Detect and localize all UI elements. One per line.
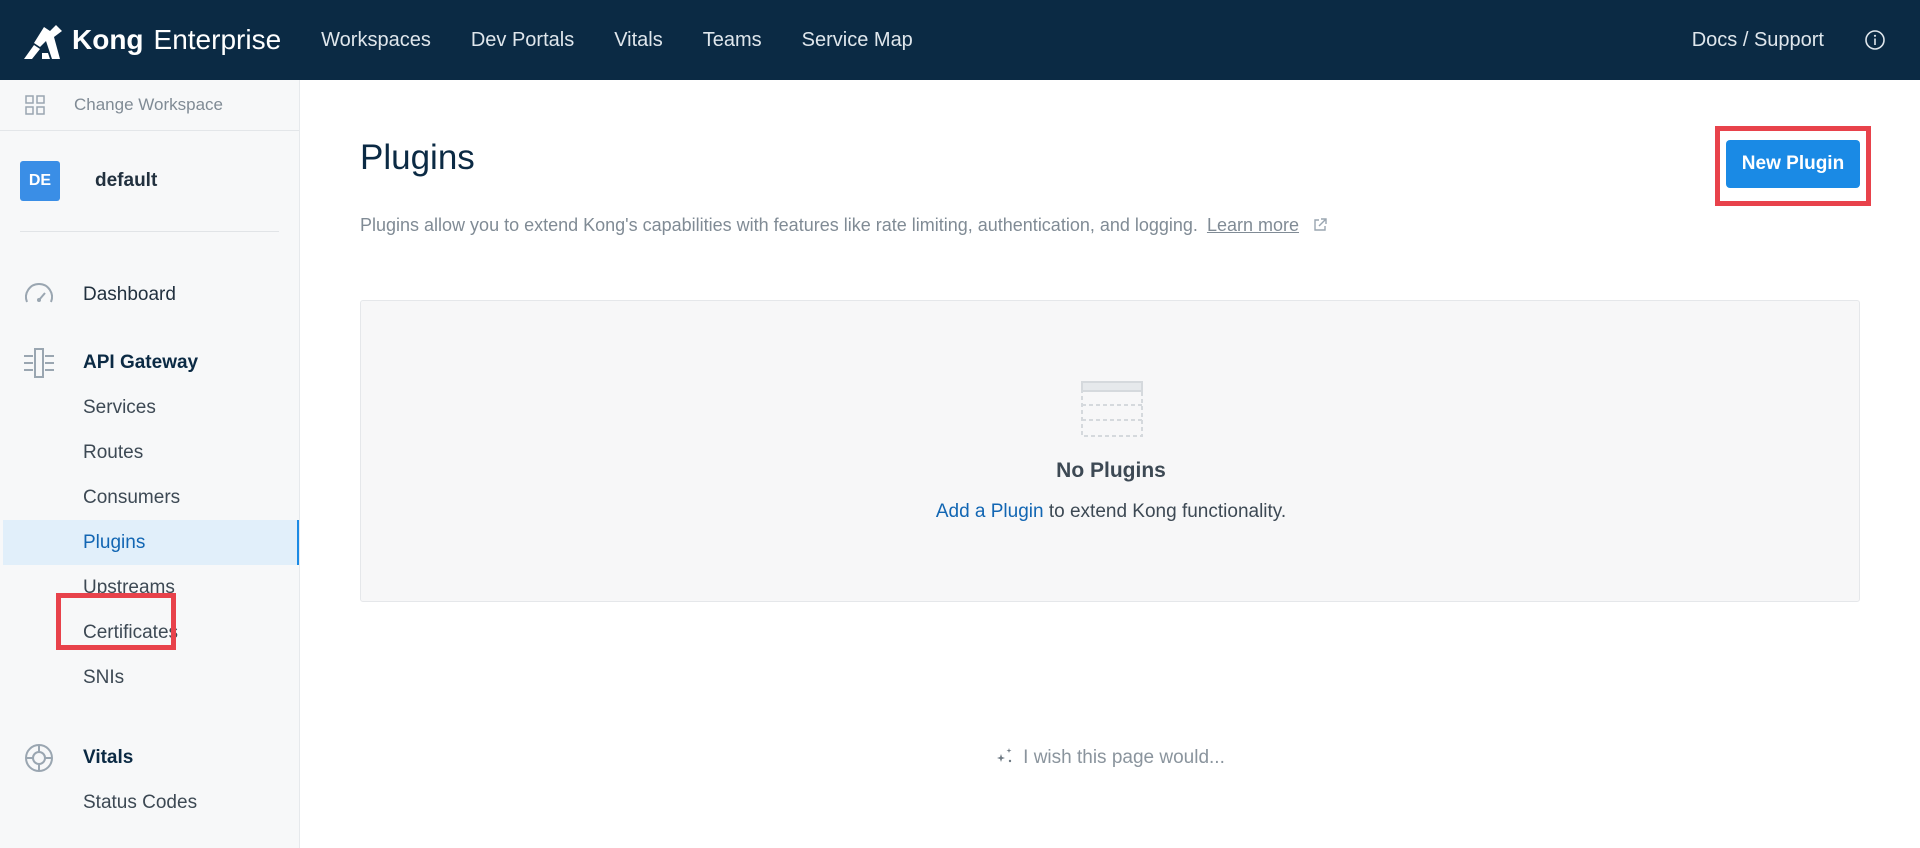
- kong-logo-icon: [24, 25, 62, 59]
- sidebar-section-vitals[interactable]: Vitals: [0, 735, 299, 780]
- feedback-text: I wish this page would...: [1023, 747, 1225, 768]
- sidebar-item-snis[interactable]: SNIs: [0, 655, 299, 700]
- dashboard-gauge-icon: [25, 282, 53, 302]
- sidebar-item-plugins[interactable]: Plugins: [3, 520, 299, 565]
- nav-item-workspaces[interactable]: Workspaces: [321, 29, 431, 52]
- workspace-badge: DE: [20, 161, 60, 201]
- sidebar-item-upstreams[interactable]: Upstreams: [0, 565, 299, 610]
- top-nav-bar: Kong Enterprise Workspaces Dev Portals V…: [0, 0, 1920, 80]
- page-description: Plugins allow you to extend Kong's capab…: [360, 215, 1328, 236]
- grid-icon: [25, 95, 45, 115]
- nav-item-service-map[interactable]: Service Map: [802, 29, 913, 52]
- docs-support-link[interactable]: Docs / Support: [1692, 29, 1824, 52]
- sidebar-item-services[interactable]: Services: [0, 385, 299, 430]
- nav-item-vitals[interactable]: Vitals: [614, 29, 663, 52]
- empty-state-text: Add a Plugin to extend Kong functionalit…: [361, 501, 1861, 523]
- new-plugin-button[interactable]: New Plugin: [1726, 140, 1860, 188]
- workspace-name: default: [95, 170, 158, 191]
- empty-state-suffix: to extend Kong functionality.: [1043, 501, 1287, 522]
- sidebar-item-dashboard[interactable]: Dashboard: [0, 272, 299, 317]
- empty-table-icon: [1081, 381, 1143, 437]
- sidebar-section-title: Vitals: [83, 746, 134, 768]
- sidebar-item-routes[interactable]: Routes: [0, 430, 299, 475]
- sidebar-section-title: API Gateway: [83, 351, 199, 373]
- workspace-current[interactable]: DE default: [0, 131, 279, 231]
- change-workspace[interactable]: Change Workspace: [0, 80, 299, 131]
- empty-state-title: No Plugins: [1056, 459, 1166, 482]
- sidebar-item-certificates[interactable]: Certificates: [0, 610, 299, 655]
- sidebar: Change Workspace DE default Dashboard AP…: [0, 80, 300, 848]
- sparkle-icon: [997, 748, 1012, 763]
- sidebar-section-api-gateway[interactable]: API Gateway: [0, 340, 299, 385]
- sidebar-item-status-codes[interactable]: Status Codes: [0, 780, 299, 825]
- external-link-icon: [1314, 218, 1327, 231]
- feedback-prompt[interactable]: I wish this page would...: [300, 746, 1920, 769]
- nav-item-dev-portals[interactable]: Dev Portals: [471, 29, 574, 52]
- brand-name-bold: Kong: [72, 24, 144, 55]
- description-text: Plugins allow you to extend Kong's capab…: [360, 215, 1198, 235]
- nav-item-teams[interactable]: Teams: [703, 29, 762, 52]
- add-plugin-link[interactable]: Add a Plugin: [936, 501, 1044, 522]
- main-content: Plugins Plugins allow you to extend Kong…: [300, 80, 1920, 848]
- sidebar-item-consumers[interactable]: Consumers: [0, 475, 299, 520]
- change-workspace-label: Change Workspace: [74, 95, 223, 114]
- sidebar-item-label: Dashboard: [83, 283, 176, 305]
- page-title: Plugins: [360, 138, 475, 177]
- api-gateway-icon: [24, 347, 54, 378]
- info-icon[interactable]: [1864, 29, 1886, 51]
- brand-name-light: Enterprise: [153, 24, 282, 55]
- vitals-lifebuoy-icon: [25, 743, 53, 772]
- nav-right: Docs / Support: [1692, 0, 1920, 80]
- main-nav: Workspaces Dev Portals Vitals Teams Serv…: [321, 0, 953, 80]
- empty-state-panel: No Plugins Add a Plugin to extend Kong f…: [360, 300, 1860, 602]
- learn-more-link[interactable]: Learn more: [1207, 215, 1299, 235]
- brand[interactable]: Kong Enterprise: [20, 0, 281, 80]
